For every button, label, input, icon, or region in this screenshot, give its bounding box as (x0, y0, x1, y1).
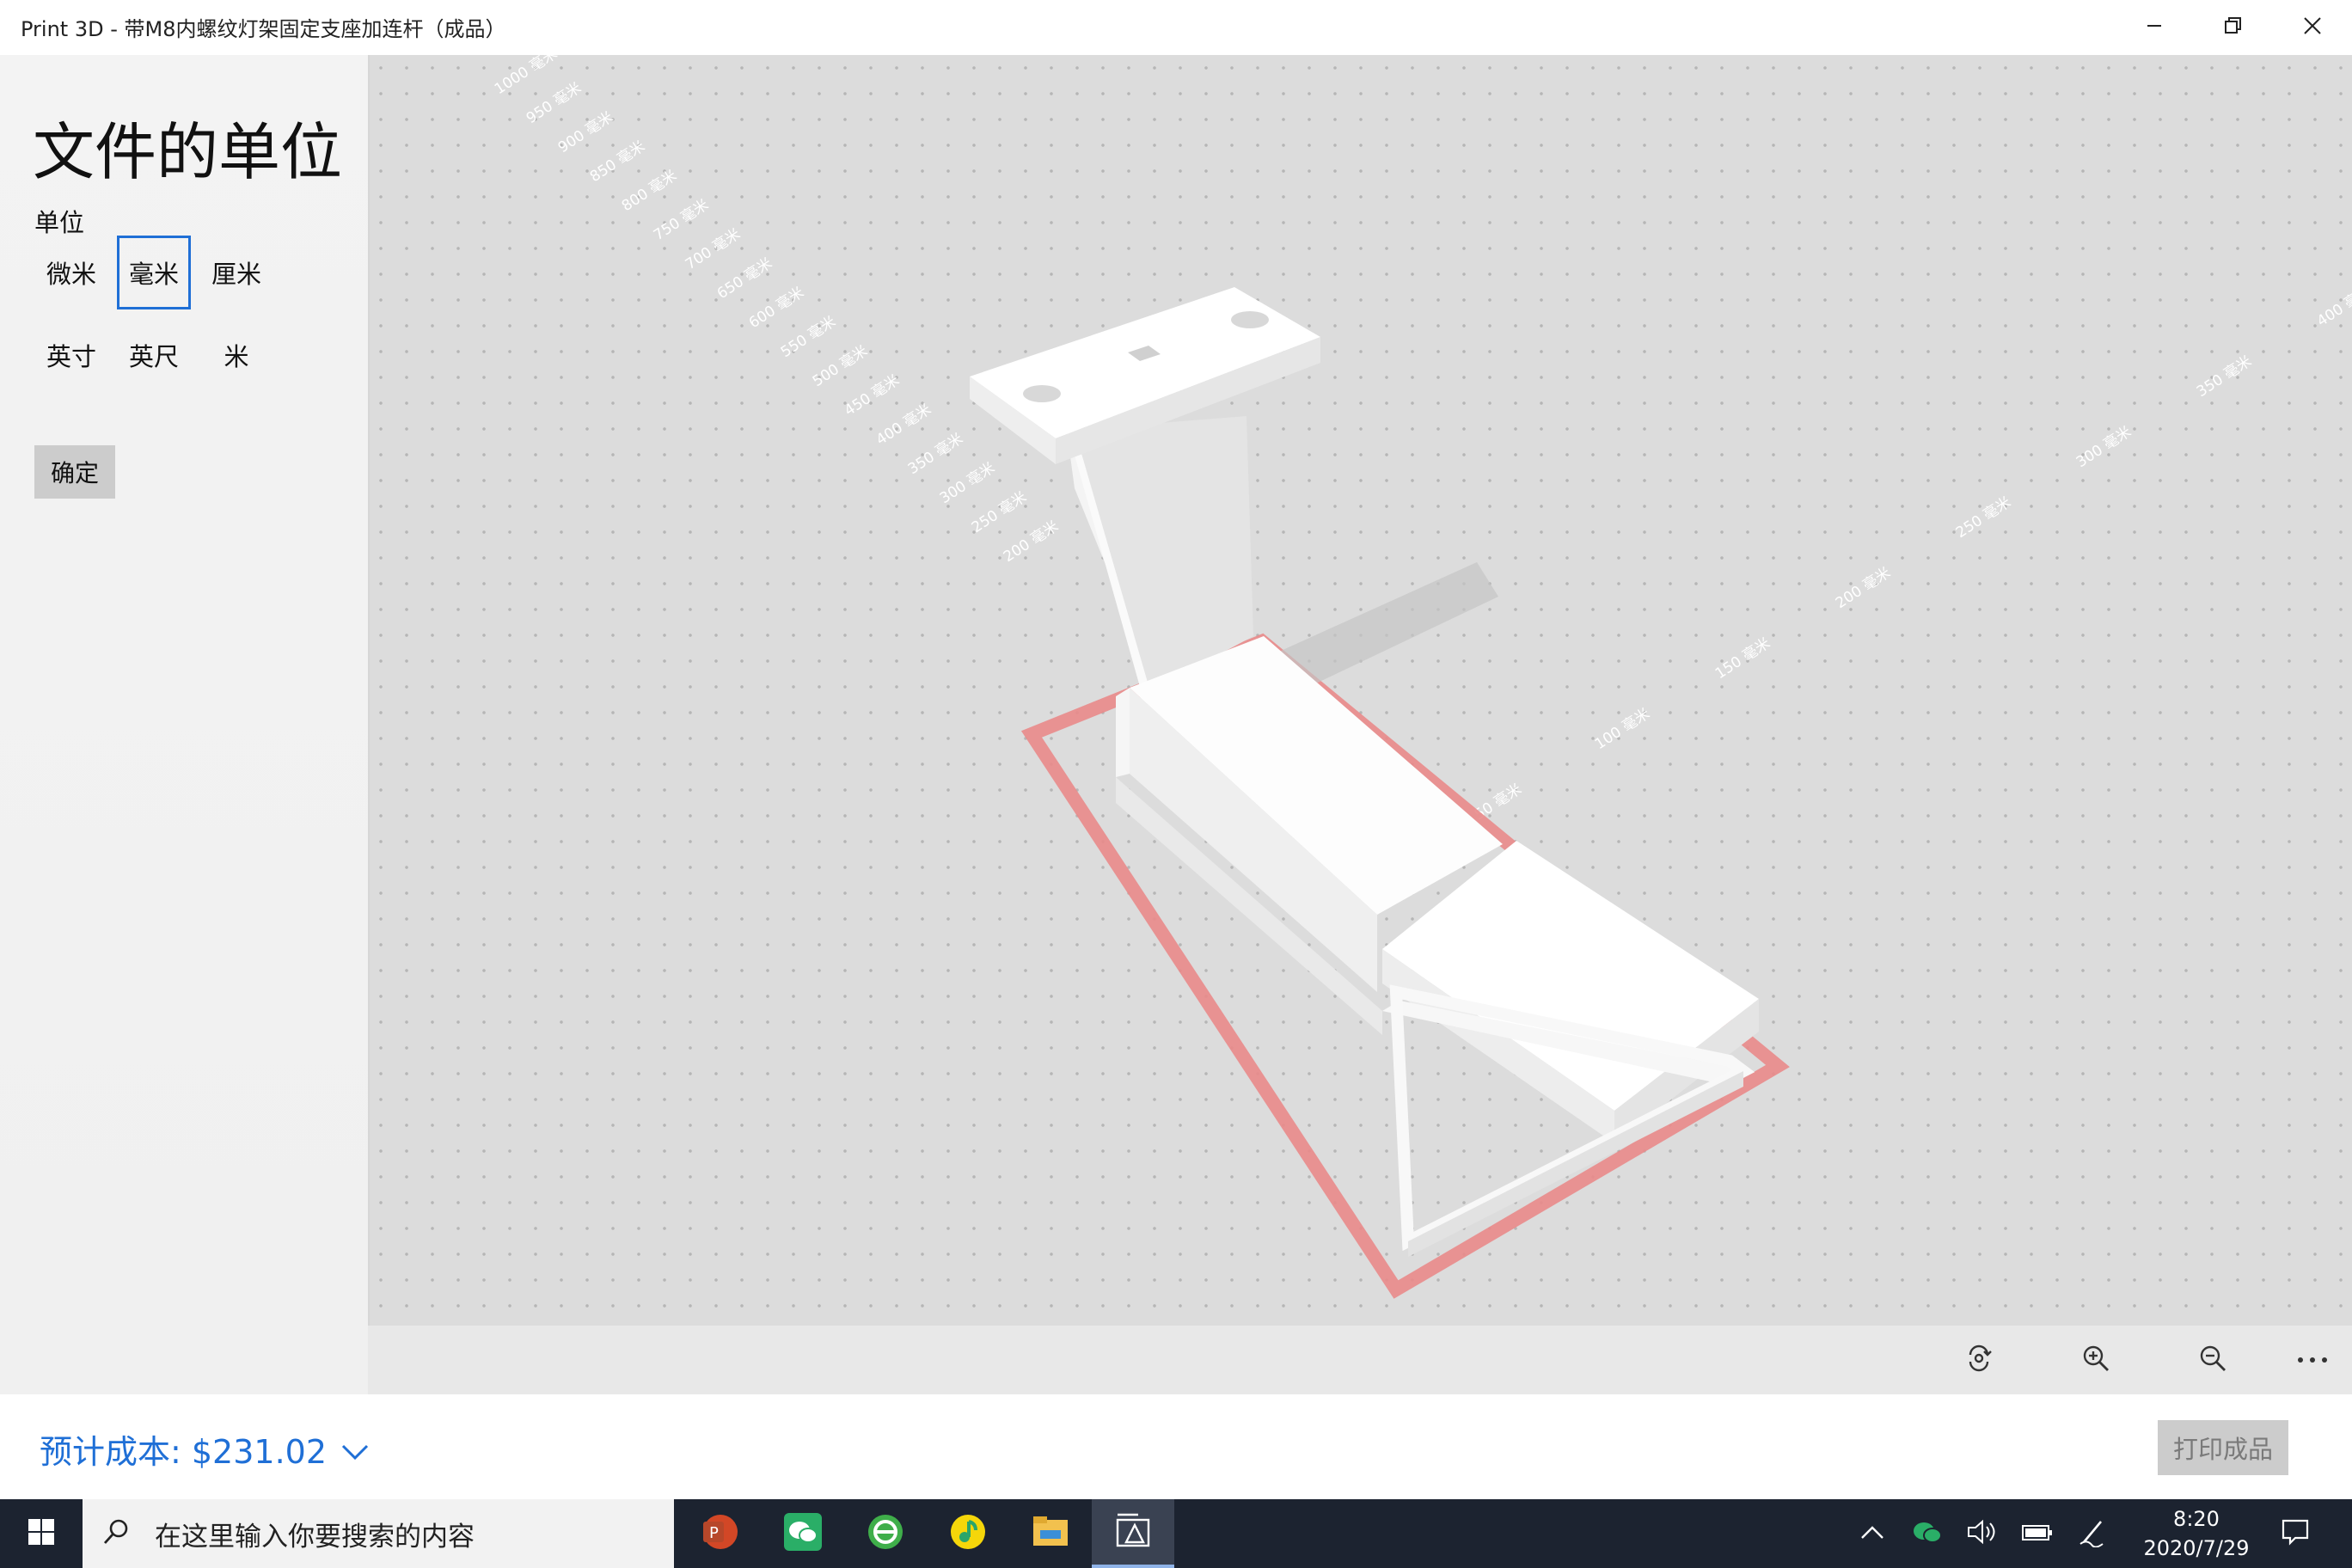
left-ruler-label-14: 900 毫米 (555, 108, 616, 156)
unit-option-centimeter[interactable]: 厘米 (199, 236, 273, 309)
close-icon (2303, 16, 2322, 39)
panel-title: 文件的单位 (33, 116, 343, 188)
powerpoint-icon: P (700, 1511, 741, 1556)
left-ruler-label-4: 400 毫米 (873, 401, 934, 449)
left-ruler-label-5: 450 毫米 (842, 371, 903, 420)
windows-logo-icon (28, 1518, 55, 1549)
right-ruler-label-4: 250 毫米 (1953, 493, 2014, 542)
print-3d-icon (1112, 1510, 1154, 1554)
estimated-cost-label: 预计成本: $231.02 (40, 1433, 328, 1471)
view-controls (368, 1326, 2352, 1394)
more-button[interactable] (2292, 1339, 2333, 1381)
right-ruler-label-2: 150 毫米 (1712, 634, 1773, 683)
zoom-in-button[interactable] (2075, 1339, 2116, 1381)
taskbar-search-box[interactable]: 在这里输入你要搜索的内容 (83, 1499, 674, 1568)
3d-model[interactable] (970, 287, 1759, 1257)
right-ruler-label-3: 200 毫米 (1833, 564, 1894, 612)
left-ruler-label-0: 200 毫米 (1001, 518, 1062, 566)
zoom-in-icon (2080, 1343, 2111, 1377)
chevron-down-icon (340, 1430, 370, 1468)
taskbar-app-file-explorer[interactable] (1009, 1499, 1092, 1568)
left-ruler-label-8: 600 毫米 (746, 284, 807, 332)
taskbar-app-powerpoint[interactable]: P (679, 1499, 762, 1568)
tray-overflow-button[interactable] (1852, 1513, 1893, 1554)
file-explorer-icon (1030, 1511, 1071, 1556)
taskbar-app-print-3d[interactable] (1092, 1499, 1174, 1568)
3d-viewport[interactable]: 200 毫米 250 毫米 300 毫米 350 毫米 400 毫米 450 毫米 500 … (368, 55, 2352, 1326)
view-reset-icon (1963, 1343, 1994, 1377)
view-reset-button[interactable] (1958, 1339, 2000, 1381)
unit-label: 单位 (34, 208, 85, 237)
left-ruler-label-11: 750 毫米 (651, 196, 712, 244)
units-panel: 文件的单位 单位 微米 毫米 厘米 英寸 英尺 米 确定 (0, 55, 370, 1394)
chevron-up-icon (1860, 1524, 1884, 1543)
left-ruler-label-7: 550 毫米 (778, 313, 839, 361)
tray-volume[interactable] (1962, 1513, 2003, 1554)
right-ruler-label-1: 100 毫米 (1592, 705, 1653, 753)
left-ruler-label-13: 850 毫米 (587, 138, 648, 186)
left-ruler-label-6: 500 毫米 (810, 342, 871, 390)
left-ruler-label-2: 300 毫米 (937, 459, 998, 507)
music-icon (947, 1511, 989, 1556)
browser-icon (865, 1511, 906, 1556)
taskbar: 在这里输入你要搜索的内容 P 8:20 2020/7/29 (0, 1499, 2352, 1568)
left-ruler-label-1: 250 毫米 (969, 488, 1030, 536)
print-button[interactable]: 打印成品 (2158, 1420, 2288, 1475)
restore-icon (2224, 16, 2243, 39)
left-ruler-label-16: 1000 毫米 (492, 55, 560, 98)
unit-option-meter[interactable]: 米 (199, 318, 273, 392)
window-title: Print 3D - 带M8内螺纹灯架固定支座加连杆（成品） (21, 17, 506, 41)
restore-button[interactable] (2194, 0, 2273, 55)
title-bar: Print 3D - 带M8内螺纹灯架固定支座加连杆（成品） (0, 0, 2352, 55)
bracket-hole-right (1231, 311, 1269, 328)
close-button[interactable] (2273, 0, 2352, 55)
taskbar-app-browser[interactable] (844, 1499, 927, 1568)
left-ruler-label-12: 800 毫米 (619, 167, 680, 215)
tray-wechat[interactable] (1907, 1513, 1948, 1554)
unit-option-foot[interactable]: 英尺 (117, 318, 191, 392)
confirm-button[interactable]: 确定 (34, 445, 115, 499)
taskbar-app-wechat[interactable] (762, 1499, 844, 1568)
minimize-button[interactable] (2115, 0, 2194, 55)
more-icon (2295, 1352, 2330, 1369)
tray-pen[interactable] (2072, 1513, 2113, 1554)
search-placeholder: 在这里输入你要搜索的内容 (155, 1521, 475, 1553)
tray-battery[interactable] (2017, 1513, 2058, 1554)
scene-canvas[interactable]: 200 毫米250 毫米300 毫米350 毫米400 毫米450 毫米500 … (368, 55, 2352, 1326)
search-icon (101, 1517, 131, 1550)
left-ruler-label-15: 950 毫米 (524, 79, 585, 127)
notification-icon (2281, 1518, 2310, 1549)
zoom-out-icon (2197, 1343, 2228, 1377)
right-ruler-label-5: 300 毫米 (2073, 423, 2135, 471)
wechat-icon (782, 1511, 824, 1556)
unit-option-inch[interactable]: 英寸 (34, 318, 108, 392)
pen-workspace-icon (2077, 1516, 2108, 1551)
unit-option-micrometer[interactable]: 微米 (34, 236, 108, 309)
action-center-button[interactable] (2275, 1513, 2316, 1554)
right-ruler-label-7: 400 毫米 (2314, 282, 2352, 330)
unit-option-millimeter[interactable]: 毫米 (117, 236, 191, 309)
volume-icon (1967, 1519, 1998, 1548)
minimize-icon (2146, 17, 2163, 38)
taskbar-app-music[interactable] (927, 1499, 1009, 1568)
footer-bar: 预计成本: $231.02 打印成品 (0, 1394, 2352, 1499)
battery-icon (2021, 1522, 2054, 1546)
right-ruler: 50 毫米100 毫米150 毫米200 毫米250 毫米300 毫米350 毫… (1472, 282, 2352, 824)
left-ruler-label-10: 700 毫米 (683, 225, 744, 273)
clock-time: 8:20 (2173, 1507, 2220, 1531)
left-ruler-label-9: 650 毫米 (714, 254, 775, 303)
taskbar-clock[interactable]: 8:20 2020/7/29 (2139, 1504, 2254, 1563)
clock-date: 2020/7/29 (2143, 1536, 2250, 1560)
left-ruler: 200 毫米250 毫米300 毫米350 毫米400 毫米450 毫米500 … (492, 55, 1062, 566)
svg-text:P: P (709, 1524, 719, 1542)
bracket-hole-left (1023, 385, 1061, 402)
left-ruler-label-3: 350 毫米 (905, 430, 966, 478)
wechat-tray-icon (1912, 1519, 1943, 1548)
start-button[interactable] (0, 1499, 83, 1568)
estimated-cost-dropdown[interactable]: 预计成本: $231.02 (40, 1425, 370, 1473)
zoom-out-button[interactable] (2192, 1339, 2233, 1381)
right-ruler-label-6: 350 毫米 (2194, 352, 2255, 401)
